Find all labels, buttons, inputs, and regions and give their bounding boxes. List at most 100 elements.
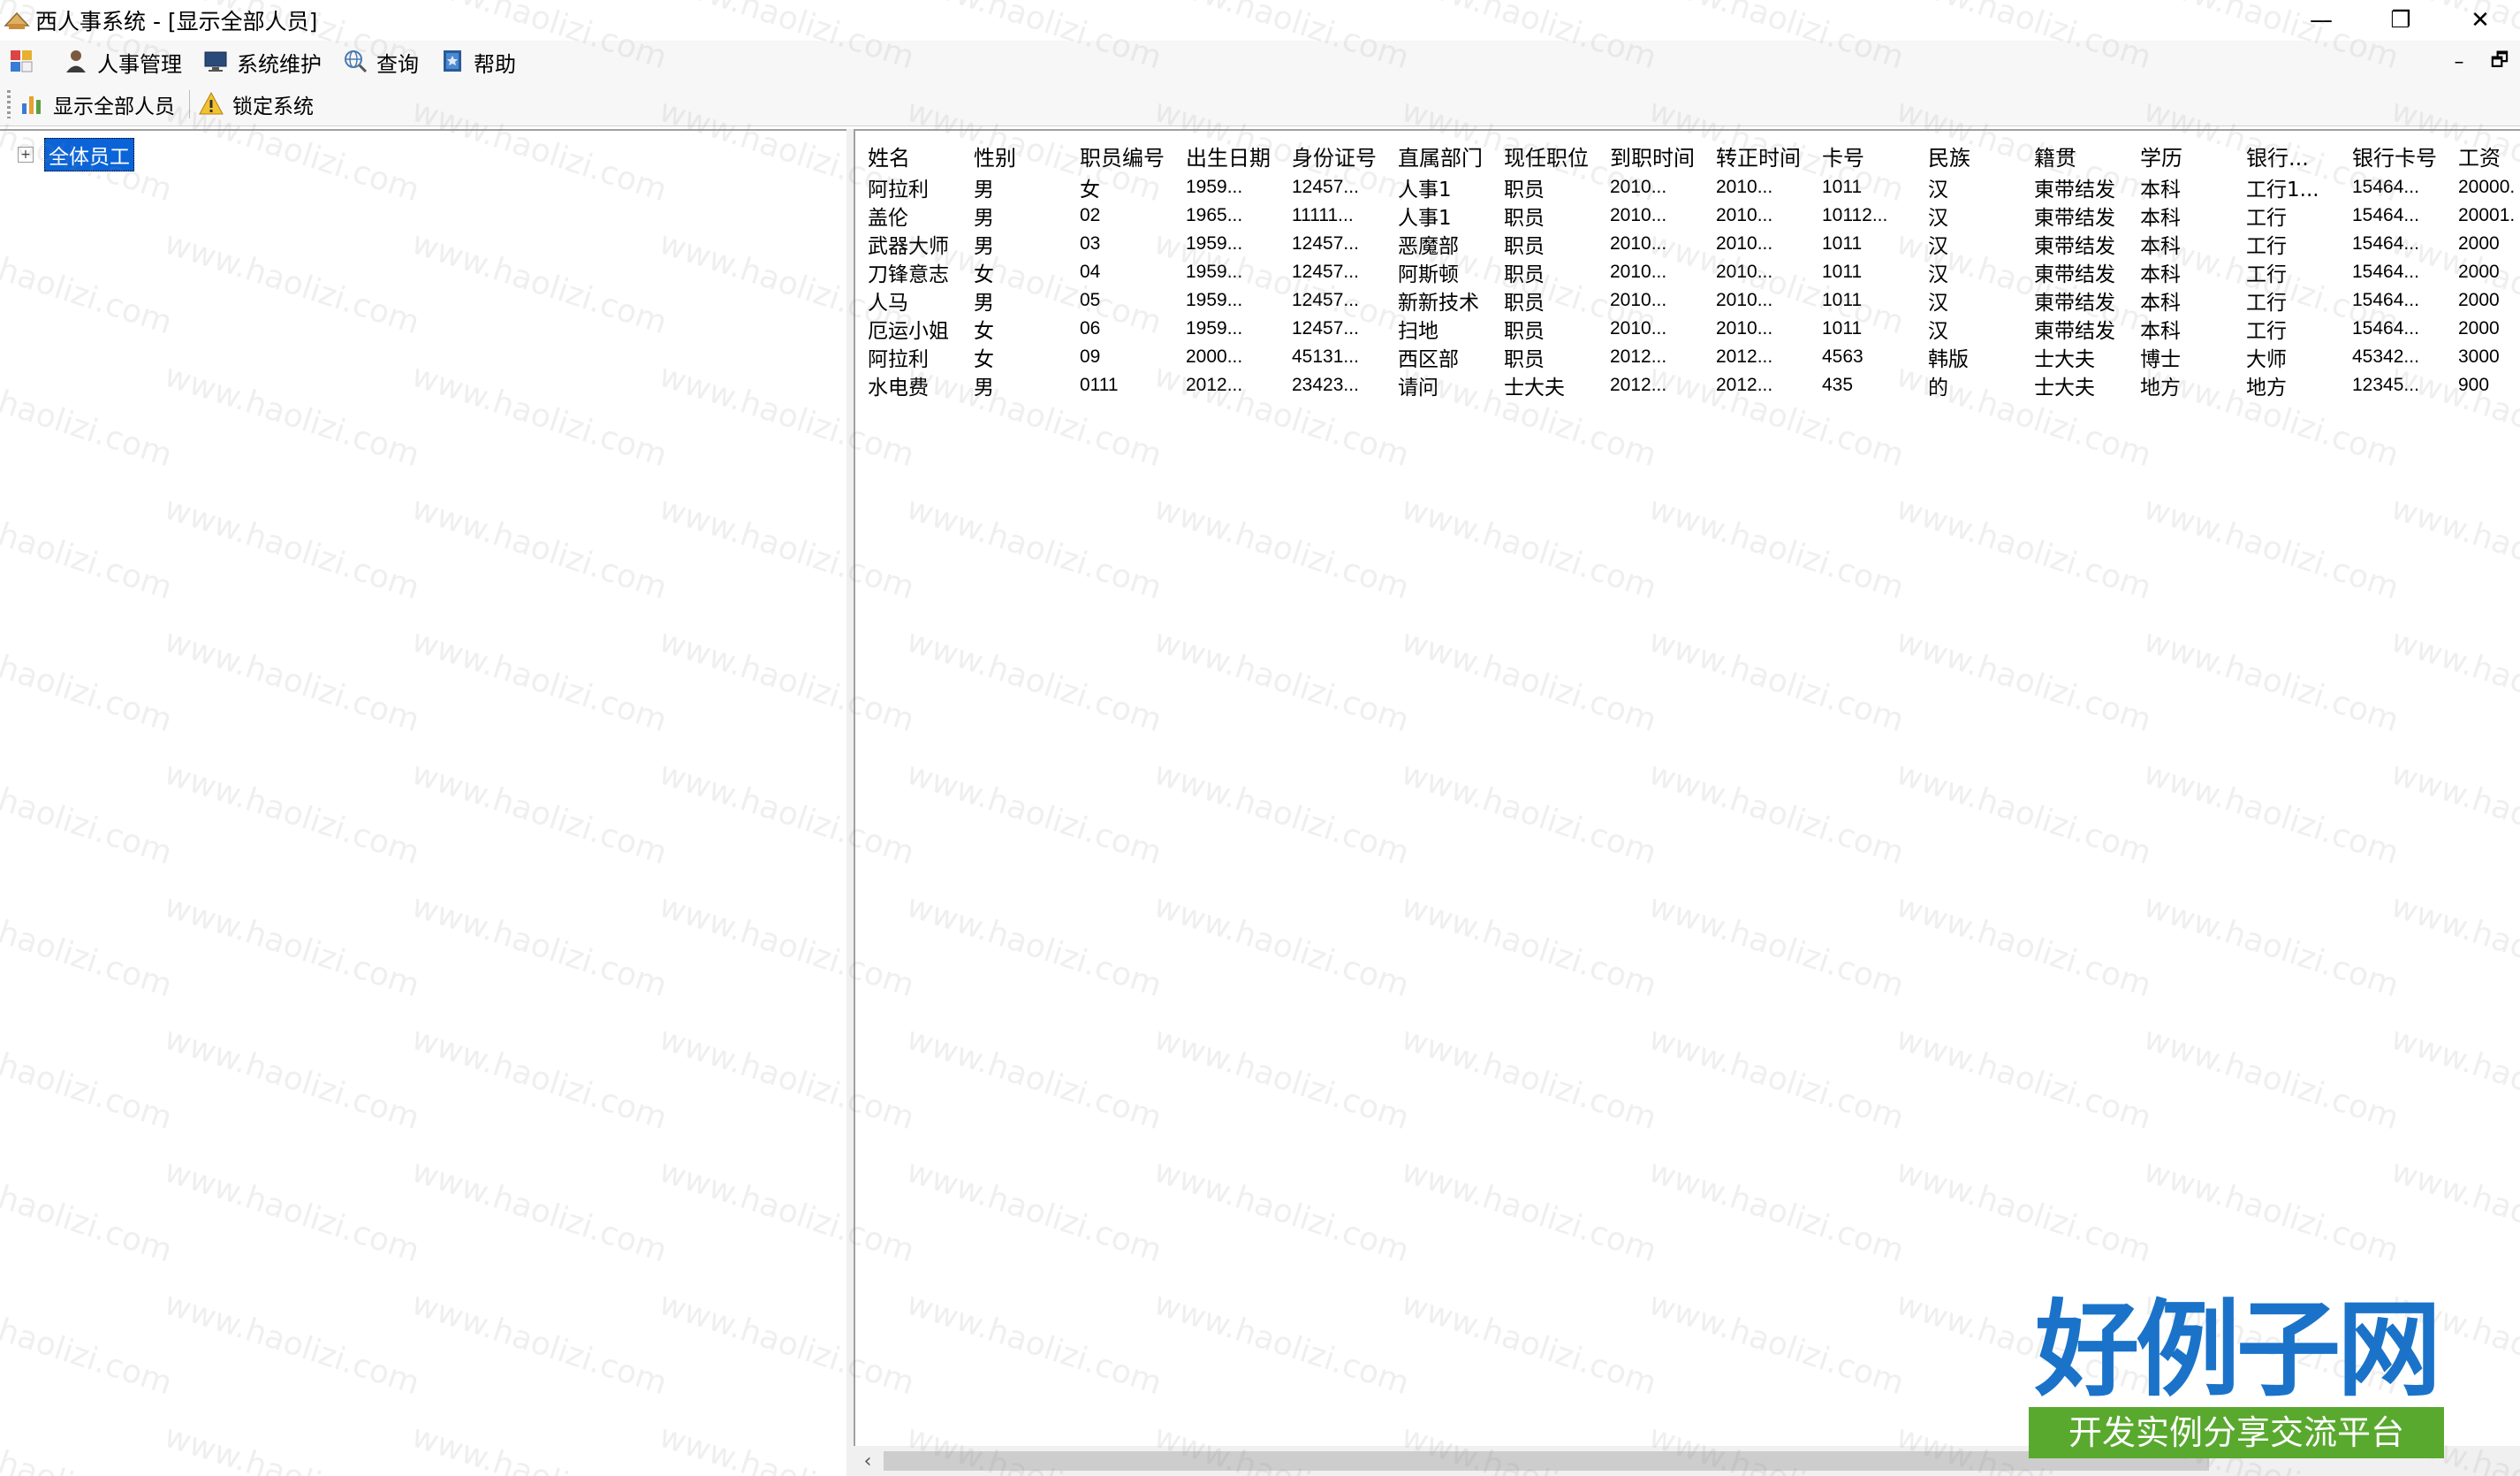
table-cell: 工行	[2246, 263, 2287, 286]
column-header[interactable]: 职员编号	[1076, 141, 1182, 171]
table-cell: 2010...	[1716, 290, 1773, 310]
menu-label: 系统维护	[237, 51, 322, 77]
window-grid-icon	[9, 49, 35, 75]
table-cell: 06	[1080, 318, 1101, 339]
table-row[interactable]: 厄运小姐 女 06 1959... 12457... 扫地 职员 2010... 2010...…	[864, 315, 2520, 343]
table-cell: 人事1	[1398, 179, 1452, 202]
app-window: 西人事系统 - [显示全部人员] — ❐ ✕ 人事管理 系统维护 查询 帮助 –…	[0, 0, 2520, 1476]
scroll-thumb[interactable]	[884, 1451, 2209, 1471]
column-header[interactable]: 出生日期	[1182, 141, 1288, 171]
column-header[interactable]: 身份证号	[1288, 141, 1394, 171]
table-cell: 02	[1080, 205, 1101, 225]
table-cell: 2010...	[1610, 318, 1667, 339]
table-cell: 12457...	[1292, 177, 1359, 197]
table-row[interactable]: 人马 男 05 1959... 12457... 新新技术 职员 2010... 2010...…	[864, 286, 2520, 315]
table-cell: 0111	[1080, 375, 1119, 395]
mdi-window-icon[interactable]	[0, 42, 55, 82]
column-header[interactable]: 性别	[970, 141, 1076, 171]
expand-icon[interactable]: +	[18, 147, 34, 163]
column-header[interactable]: 现任职位	[1500, 141, 1606, 171]
table-row[interactable]: 水电费 男 0111 2012... 23423... 请问 士大夫 2012... 2012.…	[864, 371, 2520, 399]
table-cell: 新新技术	[1398, 292, 1479, 315]
table-cell: 刀锋意志	[868, 263, 949, 286]
table-cell: 本科	[2140, 320, 2181, 343]
column-header[interactable]: 学历	[2137, 141, 2243, 171]
table-row[interactable]: 阿拉利 男 女 1959... 12457... 人事1 职员 2010... 2010... 1…	[864, 173, 2520, 202]
tool-label: 显示全部人员	[53, 95, 175, 118]
table-cell: 2012...	[1610, 346, 1667, 367]
table-cell: 1011	[1822, 233, 1863, 254]
table-cell: 1959...	[1186, 318, 1243, 339]
column-header[interactable]: 卡号	[1818, 141, 1924, 171]
table-cell: 1959...	[1186, 177, 1243, 197]
table-cell: 2012...	[1186, 375, 1243, 395]
window-title: 西人事系统 - [显示全部人员]	[35, 9, 318, 34]
restore-button[interactable]: ❐	[2361, 0, 2440, 41]
title-bar[interactable]: 西人事系统 - [显示全部人员] — ❐ ✕	[0, 0, 2520, 41]
table-cell: 20000.	[2458, 177, 2516, 197]
table-cell: 男	[974, 207, 994, 230]
table-cell: 15464...	[2352, 177, 2419, 197]
column-header[interactable]: 姓名	[864, 141, 970, 171]
column-header[interactable]: 到职时间	[1606, 141, 1712, 171]
table-cell: 厄运小姐	[868, 320, 949, 343]
department-tree[interactable]: + 全体员工	[0, 129, 848, 1476]
mdi-minimize-button[interactable]: –	[2448, 51, 2471, 73]
show-all-staff-button[interactable]: 显示全部人员	[16, 85, 184, 124]
table-cell: 1959...	[1186, 233, 1243, 254]
table-cell: 04	[1080, 262, 1101, 282]
staff-list-view[interactable]: 姓名 性别 职员编号 出生日期 身份证号 直属部门 现任职位 到职时间 转正时间 卡号 民族 籍贯 学历…	[854, 129, 2520, 1476]
column-header[interactable]: 银行卡号	[2349, 141, 2455, 171]
mdi-child-controls: – 🗗	[2448, 41, 2511, 83]
table-cell: 人事1	[1398, 207, 1452, 230]
tree-node-all-staff[interactable]: + 全体员工	[18, 138, 134, 171]
minimize-button[interactable]: —	[2281, 0, 2361, 41]
pane-splitter[interactable]	[846, 129, 854, 1476]
table-row[interactable]: 盖伦 男 02 1965... 11111... 人事1 职员 2010... 2010... 1…	[864, 202, 2520, 230]
menu-personnel[interactable]: 人事管理	[55, 42, 194, 82]
column-header[interactable]: 直属部门	[1394, 141, 1500, 171]
column-header[interactable]: 籍贯	[2030, 141, 2137, 171]
table-cell: 本科	[2140, 235, 2181, 258]
table-cell: 地方	[2246, 377, 2287, 399]
table-cell: 12345...	[2352, 375, 2419, 395]
column-header[interactable]: 工资	[2455, 141, 2520, 171]
table-cell: 東带结发	[2034, 235, 2115, 258]
table-cell: 职员	[1504, 207, 1545, 230]
lock-system-button[interactable]: 锁定系统	[195, 85, 323, 124]
column-header[interactable]: 民族	[1924, 141, 2030, 171]
table-cell: 女	[974, 348, 994, 371]
help-book-icon	[440, 49, 467, 75]
toolbar-grip[interactable]	[7, 90, 11, 118]
grid-body: 阿拉利男女 1959... 12457... 人事1 职员 2010... 2010... 1…	[864, 173, 2520, 399]
scroll-left-icon[interactable]: ‹	[854, 1446, 882, 1476]
menu-system-maintenance[interactable]: 系统维护	[194, 42, 334, 82]
menu-help[interactable]: 帮助	[431, 42, 528, 82]
table-cell: 10112...	[1822, 205, 1888, 225]
mdi-restore-button[interactable]: 🗗	[2488, 45, 2511, 79]
menu-query[interactable]: 查询	[334, 42, 431, 82]
table-cell: 士大夫	[2034, 377, 2095, 399]
table-row[interactable]: 阿拉利 女 09 2000... 45131... 西区部 职员 2012... 2012...…	[864, 343, 2520, 371]
table-cell: 职员	[1504, 235, 1545, 258]
table-cell: 汉	[1928, 292, 1948, 315]
column-header[interactable]: 银行...	[2243, 141, 2349, 171]
table-cell: 本科	[2140, 207, 2181, 230]
close-button[interactable]: ✕	[2440, 0, 2520, 41]
table-cell: 韩版	[1928, 348, 1969, 371]
column-header-row: 姓名 性别 职员编号 出生日期 身份证号 直属部门 现任职位 到职时间 转正时间 卡号 民族 籍贯 学历…	[864, 138, 2520, 173]
table-cell: 盖伦	[868, 207, 908, 230]
table-cell: 士大夫	[1504, 377, 1565, 399]
table-cell: 2010...	[1610, 262, 1667, 282]
column-header[interactable]: 转正时间	[1712, 141, 1818, 171]
tree-node-label[interactable]: 全体员工	[44, 138, 134, 171]
table-cell: 11111...	[1292, 205, 1354, 225]
table-cell: 女	[974, 263, 994, 286]
table-cell: 本科	[2140, 263, 2181, 286]
table-row[interactable]: 刀锋意志 女 04 1959... 12457... 阿斯顿 职员 2010... 2010..…	[864, 258, 2520, 286]
table-cell: 1011	[1822, 262, 1863, 282]
table-row[interactable]: 武器大师 男 03 1959... 12457... 恶魔部 职员 2010... 2010..…	[864, 230, 2520, 258]
table-cell: 地方	[2140, 377, 2181, 399]
table-cell: 阿斯顿	[1398, 263, 1459, 286]
table-cell: 工行	[2246, 320, 2287, 343]
